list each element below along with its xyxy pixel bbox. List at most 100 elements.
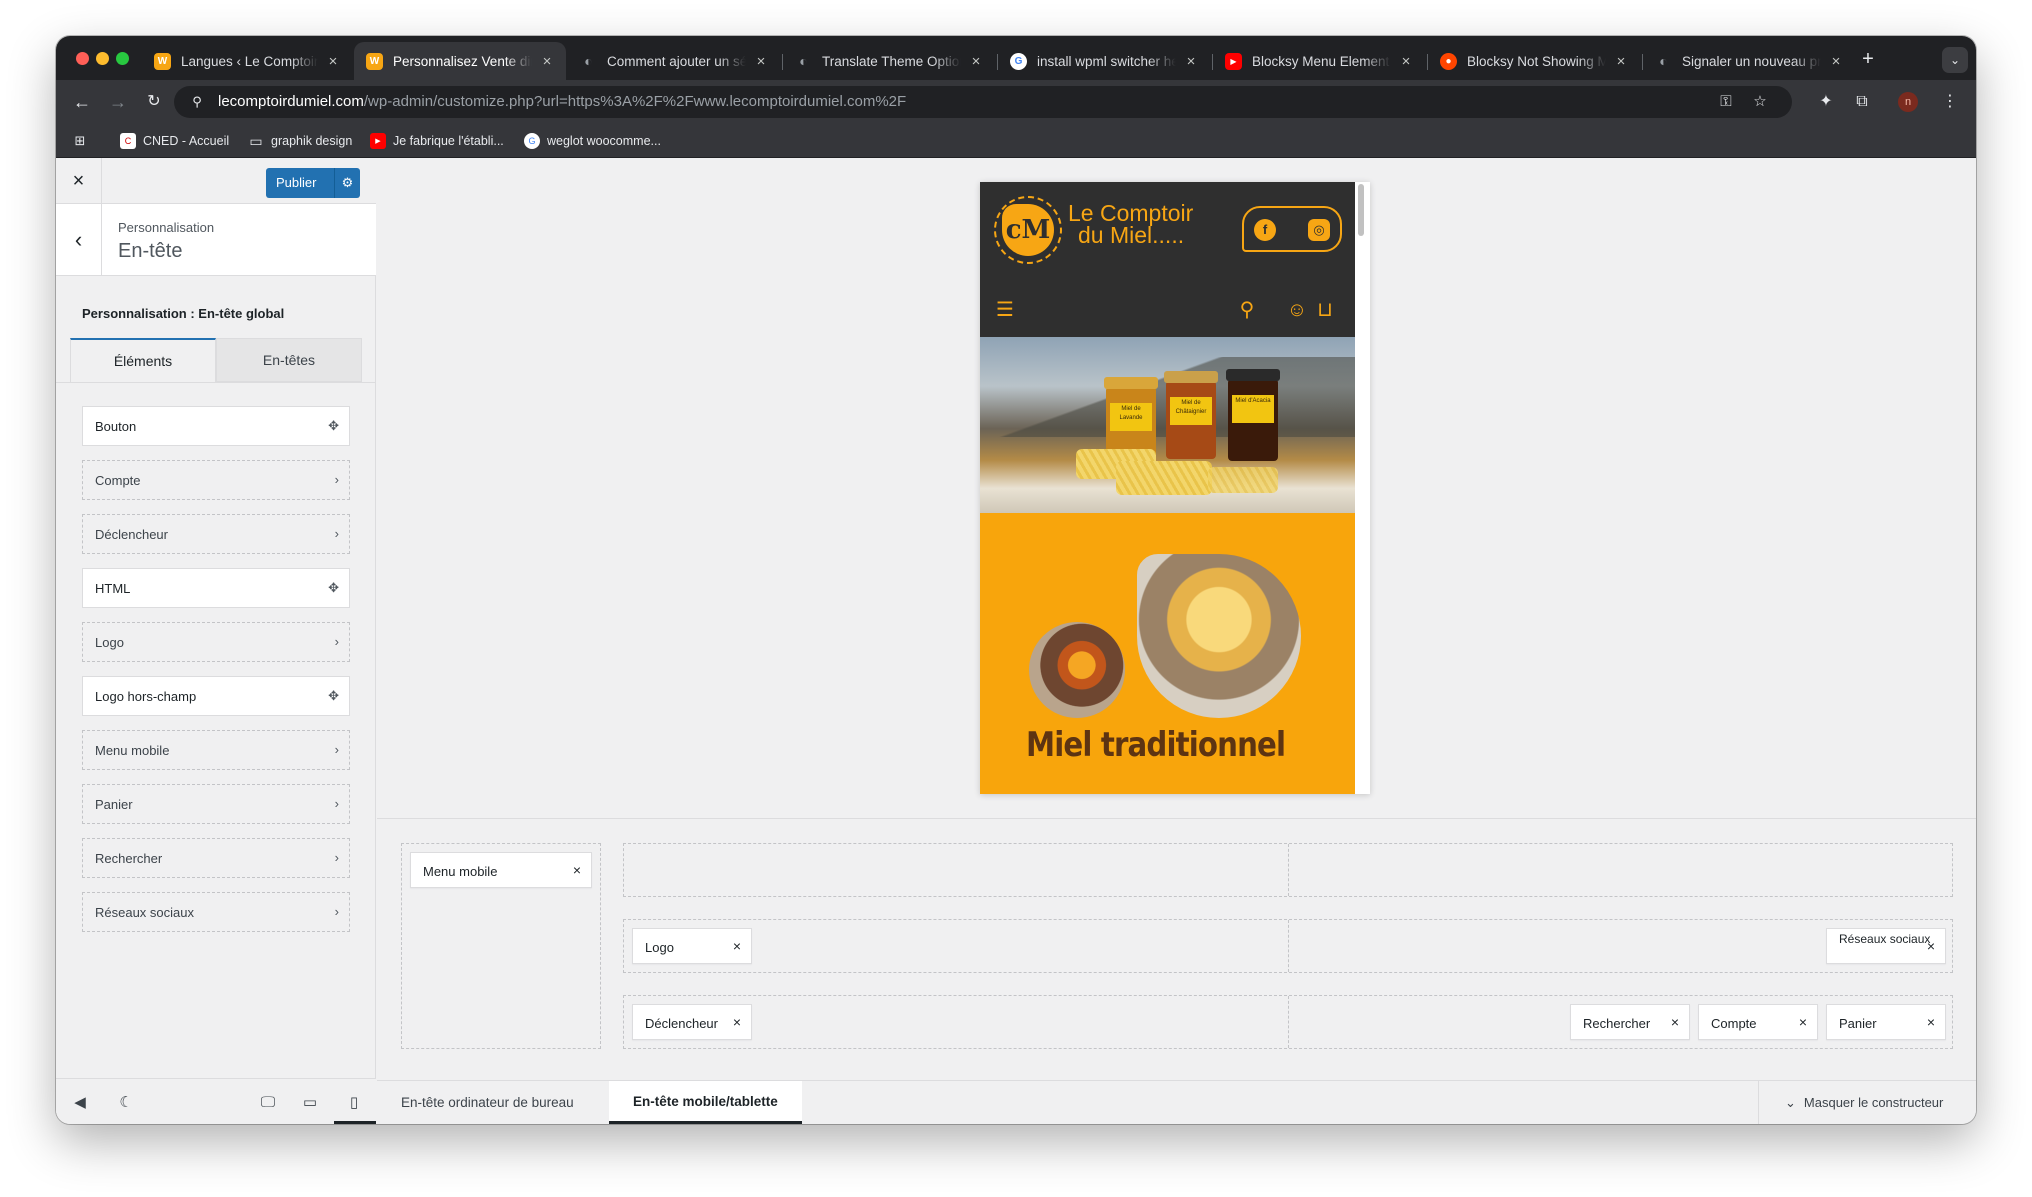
move-icon[interactable]: ✥ [328,688,339,704]
honey-jar: Miel de Châtaignier [1164,371,1218,459]
dark-mode-moon-icon[interactable]: ☾ [116,1093,136,1113]
remove-icon[interactable]: × [573,862,581,878]
remove-icon[interactable]: × [733,1014,741,1030]
hamburger-menu-icon[interactable]: ☰ [992,297,1018,323]
close-tab-icon[interactable]: × [1612,53,1630,70]
element-item-declencheur[interactable]: Déclencheur › [82,514,350,554]
browser-tab[interactable]: ◐ Comment ajouter un sélecteur × [568,42,780,80]
browser-tab[interactable]: G install wpml switcher header × [998,42,1210,80]
element-item-html[interactable]: HTML ✥ [82,568,350,608]
extension-icon[interactable]: ⧉ [1850,90,1874,114]
publish-settings-gear-icon[interactable]: ⚙ [334,168,360,198]
close-customizer-button[interactable]: × [56,158,102,204]
close-tab-icon[interactable]: × [967,53,985,70]
move-icon[interactable]: ✥ [328,418,339,434]
builder-row-bottom[interactable]: Déclencheur × Rechercher × Compte × Panier × [623,995,1953,1049]
honey-pot-photo [1026,619,1128,721]
close-tab-icon[interactable]: × [1827,53,1845,70]
minimize-window-button[interactable] [96,52,109,65]
builder-chip-reseaux-sociaux[interactable]: Réseaux sociaux × [1826,928,1946,964]
browser-menu-icon[interactable]: ⋮ [1938,90,1962,114]
profile-avatar[interactable]: n [1898,92,1918,112]
honeycomb-piece [1116,461,1212,495]
forward-button[interactable]: → [106,90,130,114]
github-favicon-icon: ◐ [1659,53,1668,69]
close-tab-icon[interactable]: × [1182,53,1200,70]
search-icon[interactable]: ⚲ [1234,297,1260,323]
element-item-compte[interactable]: Compte › [82,460,350,500]
bookmark-cned[interactable]: C CNED - Accueil [120,132,229,150]
bookmark-weglot[interactable]: G weglot woocomme... [524,132,661,150]
close-tab-icon[interactable]: × [538,53,556,70]
element-item-reseaux-sociaux[interactable]: Réseaux sociaux › [82,892,350,932]
remove-icon[interactable]: × [1927,938,1935,954]
back-chevron-button[interactable]: ‹ [56,204,102,276]
password-key-icon[interactable]: ⚿ [1716,92,1736,112]
browser-tab[interactable]: ▶ Blocksy Menu Element | Blocksy × [1213,42,1425,80]
chevron-right-icon: › [334,634,339,649]
builder-chip-menu-mobile[interactable]: Menu mobile × [410,852,592,888]
bookmarks-bar: ⊞ C CNED - Accueil ▭ graphik design ▶ Je… [56,124,1976,158]
desktop-preview-icon[interactable]: 🖵 [258,1093,278,1113]
builder-row-top[interactable] [623,843,1953,897]
browser-tab[interactable]: ● Blocksy Not Showing Menu × [1428,42,1640,80]
bookmark-graphik-design[interactable]: ▭ graphik design [248,132,352,150]
browser-tab[interactable]: W Langues ‹ Le Comptoir du Miel × [142,42,352,80]
close-tab-icon[interactable]: × [1397,53,1415,70]
close-window-button[interactable] [76,52,89,65]
element-item-panier[interactable]: Panier › [82,784,350,824]
browser-tab-active[interactable]: W Personnalisez Vente directe × [354,42,566,80]
instagram-icon[interactable]: ◎ [1308,219,1330,241]
element-item-menu-mobile[interactable]: Menu mobile › [82,730,350,770]
reload-button[interactable]: ↻ [142,90,166,114]
browser-tab[interactable]: ◐ Translate Theme Options × [783,42,995,80]
tab-headers[interactable]: En-têtes [216,338,362,382]
element-item-logo-hors-champ[interactable]: Logo hors-champ ✥ [82,676,350,716]
browser-tab[interactable]: ◐ Signaler un nouveau problème × [1643,42,1855,80]
site-logo[interactable]: cM [1002,204,1054,256]
publish-button[interactable]: Publier ⚙ [266,168,360,198]
address-bar[interactable]: ⚲ lecomptoirdumiel.com/wp-admin/customiz… [174,86,1792,118]
account-icon[interactable]: ☺ [1284,297,1310,323]
element-item-bouton[interactable]: Bouton ✥ [82,406,350,446]
new-tab-button[interactable]: + [1856,48,1880,72]
element-item-rechercher[interactable]: Rechercher › [82,838,350,878]
back-button[interactable]: ← [70,90,94,114]
builder-chip-logo[interactable]: Logo × [632,928,752,964]
tab-search-button[interactable]: ⌄ [1942,47,1968,73]
folder-icon: ▭ [249,132,263,149]
close-tab-icon[interactable]: × [324,53,342,70]
remove-icon[interactable]: × [733,938,741,954]
chevron-right-icon: › [334,796,339,811]
builder-row-middle[interactable]: Logo × Réseaux sociaux × [623,919,1953,973]
cart-icon[interactable]: ⊔ [1312,297,1338,323]
builder-chip-panier[interactable]: Panier × [1826,1004,1946,1040]
tab-elements[interactable]: Éléments [70,338,216,382]
remove-icon[interactable]: × [1799,1014,1807,1030]
zoom-window-button[interactable] [116,52,129,65]
builder-chip-declencheur[interactable]: Déclencheur × [632,1004,752,1040]
close-tab-icon[interactable]: × [752,53,770,70]
preview-scrollbar[interactable] [1358,184,1364,236]
site-info-icon[interactable]: ⚲ [188,93,206,111]
extensions-puzzle-icon[interactable]: ✦ [1814,90,1838,114]
remove-icon[interactable]: × [1927,1014,1935,1030]
tab-mobile-header[interactable]: En-tête mobile/tablette [609,1081,802,1124]
builder-chip-rechercher[interactable]: Rechercher × [1570,1004,1690,1040]
tablet-preview-icon[interactable]: ▭ [300,1093,320,1113]
hide-controls-icon[interactable]: ◀ [70,1093,90,1113]
hide-builder-button[interactable]: ⌄ Masquer le constructeur [1758,1081,1976,1124]
facebook-icon[interactable]: f [1254,219,1276,241]
url-text[interactable]: lecomptoirdumiel.com/wp-admin/customize.… [218,93,906,110]
builder-chip-compte[interactable]: Compte × [1698,1004,1818,1040]
apps-grid-icon[interactable]: ⊞ [72,132,88,150]
bookmark-star-icon[interactable]: ☆ [1750,92,1770,112]
element-item-logo[interactable]: Logo › [82,622,350,662]
mobile-preview-icon[interactable]: ▯ [344,1093,364,1113]
remove-icon[interactable]: × [1671,1014,1679,1030]
bookmark-youtube[interactable]: ▶ Je fabrique l'établi... [370,132,504,150]
move-icon[interactable]: ✥ [328,580,339,596]
tab-desktop-header[interactable]: En-tête ordinateur de bureau [377,1081,598,1124]
mobile-preview-frame[interactable]: cM Le Comptoir du Miel..... f ◎ ☰ ⚲ ☺ ⊔ [980,182,1370,794]
sidebar-tabs: Éléments En-têtes [70,338,362,382]
